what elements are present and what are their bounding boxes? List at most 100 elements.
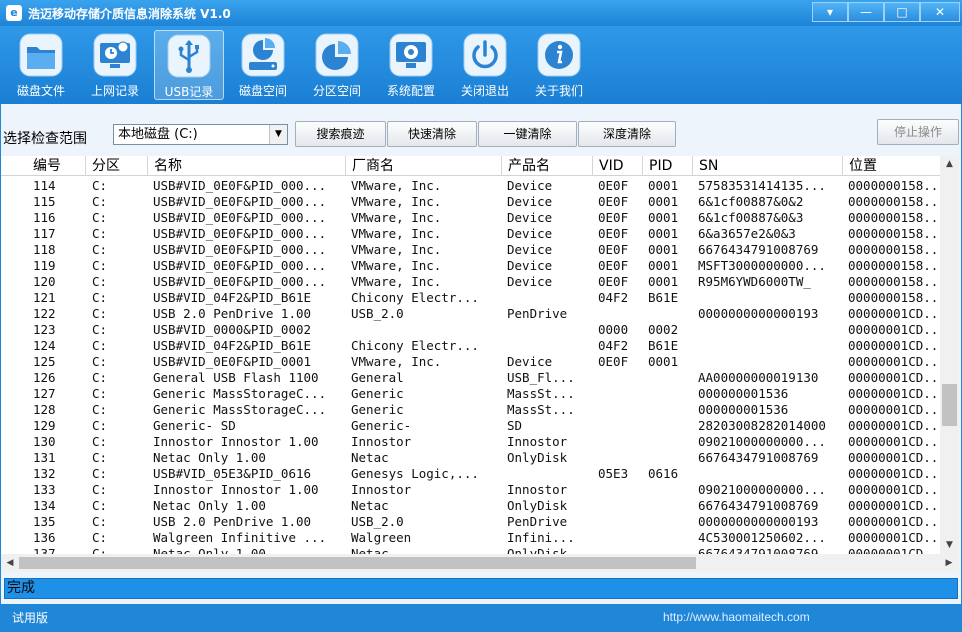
toolbar-about-button[interactable]: 关于我们 [524, 30, 594, 100]
toolbar-label: 磁盘文件 [16, 84, 65, 98]
horizontal-scrollbar[interactable]: ◀ ▶ [1, 554, 959, 572]
table-row[interactable]: 114 C: USB#VID_0E0F&PID_000... VMware, Inc.… [1, 178, 940, 194]
table-cell [598, 434, 644, 450]
table-row[interactable]: 132 C: USB#VID_05E3&PID_0616 Genesys Logic,… [1, 466, 940, 482]
table-row[interactable]: 135 C: USB 2.0 PenDrive 1.00 USB_2.0 PenDriv… [1, 514, 940, 530]
table-row[interactable]: 126 C: General USB Flash 1100 General USB_Fl… [1, 370, 940, 386]
table-cell: PenDrive [507, 306, 568, 321]
table-row[interactable]: 129 C: Generic- SD Generic- SD 28203008282014… [1, 418, 940, 434]
column-header[interactable]: VID [592, 156, 642, 176]
folder-icon [19, 33, 63, 77]
scroll-left-icon[interactable]: ◀ [1, 554, 19, 572]
table-cell: B61E [648, 338, 679, 353]
vertical-scrollbar[interactable]: ▲ ▼ [940, 156, 959, 554]
window-menu-button[interactable]: ▾ [812, 2, 848, 22]
table-cell: C: [92, 530, 108, 545]
table-cell: VMware, Inc. [351, 258, 442, 273]
toolbar-disk-space-button[interactable]: 磁盘空间 [228, 30, 298, 100]
table-row[interactable]: 118 C: USB#VID_0E0F&PID_000... VMware, Inc.… [1, 242, 940, 258]
deep-clear-button[interactable]: 深度清除 [578, 121, 676, 147]
table-cell: 00000001CD... [848, 402, 936, 417]
table-cell: SD [507, 418, 523, 433]
table-cell: Innostor [507, 482, 568, 497]
table-cell [648, 402, 694, 418]
table-cell [648, 514, 694, 530]
table-cell: C: [92, 482, 108, 497]
toolbar-label: 分区空间 [312, 84, 361, 98]
chevron-down-icon[interactable]: ▼ [269, 125, 287, 144]
toolbar-system-config-button[interactable]: 系统配置 [376, 30, 446, 100]
table-cell: C: [92, 402, 108, 417]
table-cell: PenDrive [507, 514, 568, 529]
table-row[interactable]: 115 C: USB#VID_0E0F&PID_000... VMware, Inc.… [1, 194, 940, 210]
column-header[interactable]: 分区 [85, 156, 147, 176]
search-traces-button[interactable]: 搜索痕迹 [295, 121, 386, 147]
table-cell: 132 [33, 466, 56, 481]
table-row[interactable]: 128 C: Generic MassStorageC... Generic MassS… [1, 402, 940, 418]
table-row[interactable]: 116 C: USB#VID_0E0F&PID_000... VMware, Inc.… [1, 210, 940, 226]
table-cell: 133 [33, 482, 56, 497]
maximize-button[interactable]: □ [884, 2, 920, 22]
column-header[interactable]: 名称 [147, 156, 345, 176]
table-cell: 0000000158... [848, 258, 936, 273]
horizontal-scroll-thumb[interactable] [19, 557, 696, 569]
table-row[interactable]: 120 C: USB#VID_0E0F&PID_000... VMware, Inc.… [1, 274, 940, 290]
column-header[interactable]: 厂商名 [345, 156, 501, 176]
column-header[interactable]: PID [642, 156, 692, 176]
stop-operation-button[interactable]: 停止操作 [877, 119, 959, 145]
table-row[interactable]: 119 C: USB#VID_0E0F&PID_000... VMware, Inc.… [1, 258, 940, 274]
table-cell: B61E [648, 290, 679, 305]
table-cell: C: [92, 546, 108, 554]
table-row[interactable]: 123 C: USB#VID_0000&PID_0002 0000 0002 000000… [1, 322, 940, 338]
column-header[interactable]: SN [692, 156, 842, 176]
table-row[interactable]: 124 C: USB#VID_04F2&PID_B61E Chicony Electr… [1, 338, 940, 354]
scroll-down-icon[interactable]: ▼ [940, 537, 959, 554]
table-cell: 0E0F [598, 210, 629, 225]
scroll-right-icon[interactable]: ▶ [940, 554, 958, 572]
website-link[interactable]: http://www.haomaitech.com [663, 610, 810, 624]
table-row[interactable]: 131 C: Netac Only 1.00 Netac OnlyDisk 6676434… [1, 450, 940, 466]
toolbar-exit-button[interactable]: 关闭退出 [450, 30, 520, 100]
scope-select[interactable]: 本地磁盘 (C:) ▼ [113, 124, 288, 145]
table-row[interactable]: 136 C: Walgreen Infinitive ... Walgreen Infi… [1, 530, 940, 546]
table-cell: USB_Fl... [507, 370, 575, 385]
table-cell: Generic [351, 386, 404, 401]
table-row[interactable]: 117 C: USB#VID_0E0F&PID_000... VMware, Inc.… [1, 226, 940, 242]
table-row[interactable]: 125 C: USB#VID_0E0F&PID_0001 VMware, Inc. De… [1, 354, 940, 370]
table-row[interactable]: 121 C: USB#VID_04F2&PID_B61E Chicony Electr… [1, 290, 940, 306]
toolbar-usb-records-button[interactable]: USB记录 [154, 30, 224, 100]
table-cell: 0001 [648, 242, 679, 257]
minimize-button[interactable]: — [848, 2, 884, 22]
table-cell: 04F2 [598, 338, 629, 353]
close-button[interactable]: ✕ [920, 2, 960, 22]
table-cell: 120 [33, 274, 56, 289]
table-row[interactable]: 130 C: Innostor Innostor 1.00 Innostor Innos… [1, 434, 940, 450]
table-cell: C: [92, 498, 108, 513]
toolbar-browsing-history-button[interactable]: 上网记录 [80, 30, 150, 100]
toolbar-partition-space-button[interactable]: 分区空间 [302, 30, 372, 100]
table-row[interactable]: 137 C: Netac Only 1.00 Netac OnlyDisk 6676434… [1, 546, 940, 554]
column-header[interactable]: 位置 [842, 156, 940, 176]
table-row[interactable]: 122 C: USB 2.0 PenDrive 1.00 USB_2.0 PenDriv… [1, 306, 940, 322]
table-cell [648, 450, 694, 466]
table-cell: R95M6YWD6000TW_ [698, 274, 811, 289]
quick-clear-button[interactable]: 快速清除 [387, 121, 477, 147]
table-cell: 118 [33, 242, 56, 257]
table-row[interactable]: 127 C: Generic MassStorageC... Generic MassS… [1, 386, 940, 402]
scroll-up-icon[interactable]: ▲ [940, 156, 959, 173]
table-row[interactable]: 133 C: Innostor Innostor 1.00 Innostor Innos… [1, 482, 940, 498]
toolbar-disk-files-button[interactable]: 磁盘文件 [6, 30, 76, 100]
table-cell: Walgreen Infinitive ... [153, 530, 327, 545]
column-header[interactable]: 编号 [1, 156, 85, 176]
vertical-scroll-thumb[interactable] [942, 384, 957, 426]
table-cell: 00000001CD... [848, 354, 936, 369]
column-header[interactable]: 产品名 [501, 156, 592, 176]
table-cell: VMware, Inc. [351, 242, 442, 257]
table-cell: Generic- [351, 418, 412, 433]
one-click-clear-button[interactable]: 一键清除 [478, 121, 577, 147]
table-cell: Walgreen [351, 530, 412, 545]
table-cell: USB#VID_0E0F&PID_000... [153, 210, 327, 225]
table-row[interactable]: 134 C: Netac Only 1.00 Netac OnlyDisk 6676434… [1, 498, 940, 514]
partition-pie-icon [315, 33, 359, 77]
table-cell: 125 [33, 354, 56, 369]
